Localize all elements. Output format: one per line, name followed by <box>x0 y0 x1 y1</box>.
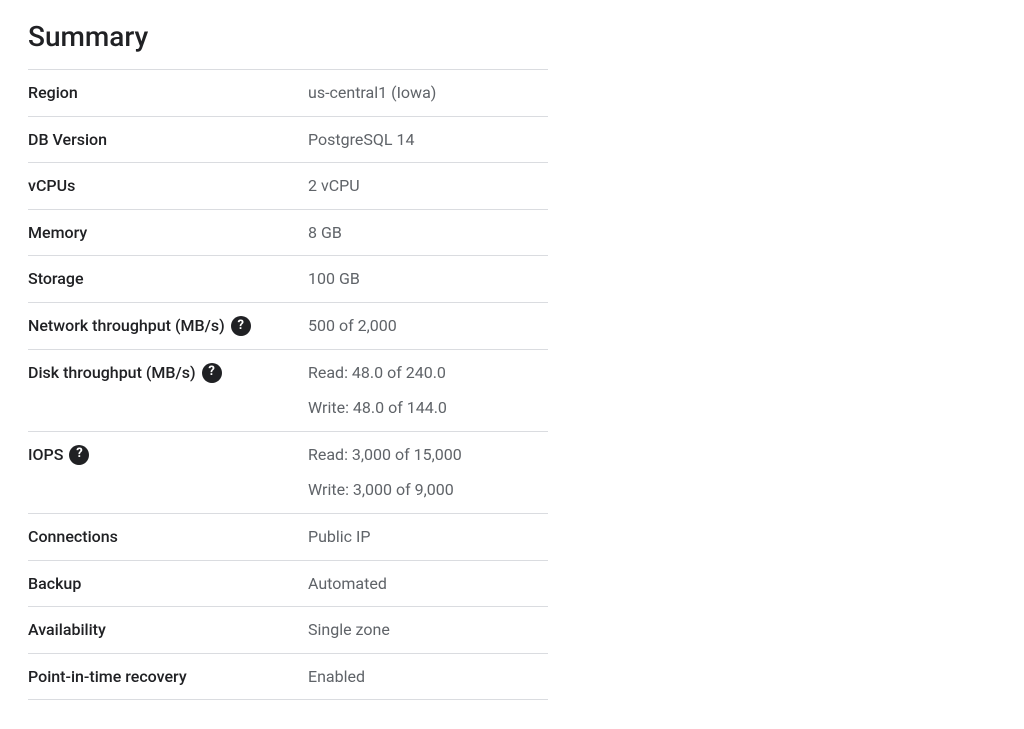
label-disk-throughput: Disk throughput (MB/s) ? <box>28 360 308 386</box>
row-db-version: DB Version PostgreSQL 14 <box>28 116 548 163</box>
label-network-throughput: Network throughput (MB/s) ? <box>28 313 308 339</box>
row-vcpus: vCPUs 2 vCPU <box>28 162 548 209</box>
label-pitr: Point-in-time recovery <box>28 664 308 690</box>
label-vcpus: vCPUs <box>28 173 308 199</box>
row-connections: Connections Public IP <box>28 513 548 560</box>
help-icon[interactable]: ? <box>69 445 89 465</box>
row-network-throughput: Network throughput (MB/s) ? 500 of 2,000 <box>28 302 548 349</box>
help-icon[interactable]: ? <box>231 316 251 336</box>
row-availability: Availability Single zone <box>28 606 548 653</box>
value-backup: Automated <box>308 571 548 597</box>
value-disk-throughput: Read: 48.0 of 240.0 Write: 48.0 of 144.0 <box>308 360 548 421</box>
iops-write: Write: 3,000 of 9,000 <box>308 477 548 503</box>
help-icon[interactable]: ? <box>202 363 222 383</box>
row-memory: Memory 8 GB <box>28 209 548 256</box>
label-availability: Availability <box>28 617 308 643</box>
value-connections: Public IP <box>308 524 548 550</box>
value-memory: 8 GB <box>308 220 548 246</box>
label-region: Region <box>28 80 308 106</box>
row-iops: IOPS ? Read: 3,000 of 15,000 Write: 3,00… <box>28 431 548 513</box>
value-iops: Read: 3,000 of 15,000 Write: 3,000 of 9,… <box>308 442 548 503</box>
summary-title: Summary <box>28 20 548 53</box>
summary-card: Summary Region us-central1 (Iowa) DB Ver… <box>28 20 548 700</box>
value-region: us-central1 (Iowa) <box>308 80 548 106</box>
label-storage: Storage <box>28 266 308 292</box>
iops-read: Read: 3,000 of 15,000 <box>308 442 548 468</box>
row-region: Region us-central1 (Iowa) <box>28 69 548 116</box>
label-iops: IOPS ? <box>28 442 308 468</box>
label-db-version: DB Version <box>28 127 308 153</box>
value-db-version: PostgreSQL 14 <box>308 127 548 153</box>
row-disk-throughput: Disk throughput (MB/s) ? Read: 48.0 of 2… <box>28 349 548 431</box>
value-storage: 100 GB <box>308 266 548 292</box>
label-connections: Connections <box>28 524 308 550</box>
value-pitr: Enabled <box>308 664 548 690</box>
label-memory: Memory <box>28 220 308 246</box>
value-availability: Single zone <box>308 617 548 643</box>
disk-throughput-write: Write: 48.0 of 144.0 <box>308 395 548 421</box>
disk-throughput-read: Read: 48.0 of 240.0 <box>308 360 548 386</box>
row-pitr: Point-in-time recovery Enabled <box>28 653 548 701</box>
value-vcpus: 2 vCPU <box>308 173 548 199</box>
value-network-throughput: 500 of 2,000 <box>308 313 548 339</box>
label-backup: Backup <box>28 571 308 597</box>
row-backup: Backup Automated <box>28 560 548 607</box>
row-storage: Storage 100 GB <box>28 255 548 302</box>
